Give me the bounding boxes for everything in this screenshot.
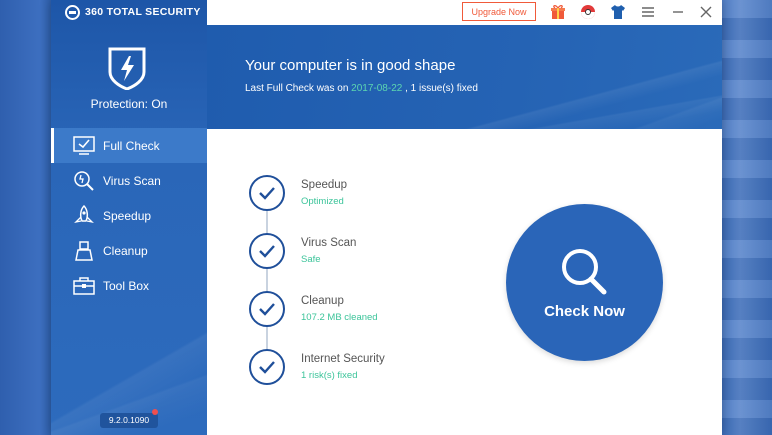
check-title: Cleanup <box>301 295 344 307</box>
status-banner: Your computer is in good shape Last Full… <box>207 25 722 129</box>
sidebar-nav: Full Check Virus Scan Speedup Cleanup To… <box>51 128 207 303</box>
connector-line <box>266 211 268 233</box>
title-bar: Upgrade Now <box>207 0 722 25</box>
last-check-prefix: Last Full Check was on <box>245 83 349 94</box>
menu-icon[interactable] <box>639 3 657 21</box>
last-check-info: Last Full Check was on 2017-08-22 , 1 is… <box>245 83 478 94</box>
check-now-button[interactable]: Check Now <box>506 204 663 361</box>
status-title: Your computer is in good shape <box>245 57 456 74</box>
minimize-icon[interactable] <box>669 3 687 21</box>
shield-icon <box>107 46 147 91</box>
connector-line <box>266 327 268 349</box>
sidebar-item-label: Virus Scan <box>103 173 161 188</box>
check-status: Safe <box>301 254 321 265</box>
sidebar-item-label: Full Check <box>103 138 160 153</box>
sidebar-item-label: Speedup <box>103 208 152 223</box>
check-status: Optimized <box>301 196 344 207</box>
checkmark-icon <box>249 349 285 385</box>
checkmark-icon <box>249 175 285 211</box>
brand: 360 TOTAL SECURITY <box>65 4 201 20</box>
last-check-date: 2017-08-22 <box>351 83 403 94</box>
check-title: Virus Scan <box>301 237 357 249</box>
sidebar-item-cleanup[interactable]: Cleanup <box>51 233 207 268</box>
close-icon[interactable] <box>697 3 715 21</box>
check-title: Speedup <box>301 179 348 191</box>
check-status: 107.2 MB cleaned <box>301 312 378 323</box>
app-window: 360 TOTAL SECURITY Protection: On Full C… <box>51 0 722 435</box>
sidebar-item-virus-scan[interactable]: Virus Scan <box>51 163 207 198</box>
update-dot <box>152 409 158 415</box>
brand-logo-icon <box>65 4 80 20</box>
protection-status: Protection: On <box>90 97 168 111</box>
check-now-label: Check Now <box>544 303 625 320</box>
virus-scan-icon <box>73 170 95 192</box>
sidebar-item-tool-box[interactable]: Tool Box <box>51 268 207 303</box>
shirt-icon[interactable] <box>609 3 627 21</box>
broom-icon <box>73 240 95 262</box>
gift-icon[interactable] <box>549 3 567 21</box>
brand-name: 360 TOTAL SECURITY <box>85 6 201 18</box>
last-check-suffix: , 1 issue(s) fixed <box>405 83 478 94</box>
rocket-icon <box>73 204 95 227</box>
toolbox-icon <box>73 275 95 297</box>
sidebar: 360 TOTAL SECURITY Protection: On Full C… <box>51 0 207 435</box>
connector-line <box>266 269 268 291</box>
checkmark-icon <box>249 291 285 327</box>
sidebar-item-full-check[interactable]: Full Check <box>51 128 207 163</box>
version-badge[interactable]: 9.2.0.1090 <box>100 413 158 428</box>
magnifier-icon <box>558 246 612 300</box>
sidebar-item-speedup[interactable]: Speedup <box>51 198 207 233</box>
sidebar-item-label: Cleanup <box>103 243 148 258</box>
checkmark-icon <box>249 233 285 269</box>
monitor-check-icon <box>73 135 95 157</box>
sidebar-item-label: Tool Box <box>103 278 150 293</box>
check-status: 1 risk(s) fixed <box>301 370 358 381</box>
check-title: Internet Security <box>301 353 385 365</box>
upgrade-now-button[interactable]: Upgrade Now <box>462 2 536 21</box>
skin-icon[interactable] <box>579 3 597 21</box>
